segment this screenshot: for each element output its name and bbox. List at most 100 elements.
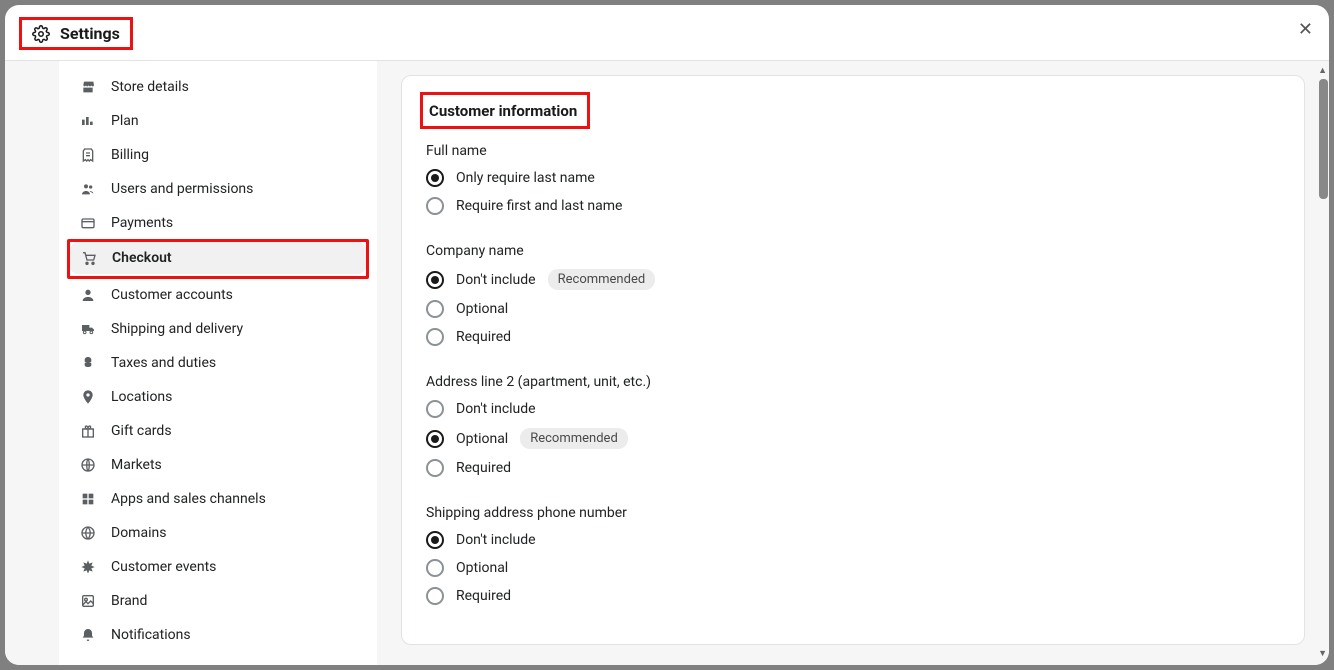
- sidebar-item-apps-and-sales-channels[interactable]: Apps and sales channels: [69, 483, 367, 515]
- payments-icon: [79, 215, 97, 231]
- page-title: Settings: [60, 24, 120, 43]
- card-title: Customer information: [429, 102, 577, 120]
- cart-icon: [80, 250, 98, 266]
- radio-label: Required: [456, 460, 511, 476]
- radio-option[interactable]: Optional: [426, 300, 1280, 318]
- pin-icon: [79, 389, 97, 405]
- sidebar-item-label: Brand: [111, 593, 147, 609]
- radio-label: Optional: [456, 560, 508, 576]
- settings-dialog: Settings ✕ Store details Plan Billing Users…: [5, 5, 1329, 665]
- sidebar-item-label: Markets: [111, 457, 162, 473]
- sidebar-item-label: Shipping and delivery: [111, 321, 243, 337]
- radio-label: Only require last name: [456, 170, 595, 186]
- scrollbar-thumb[interactable]: [1319, 79, 1328, 199]
- sidebar-item-shipping-and-delivery[interactable]: Shipping and delivery: [69, 313, 367, 345]
- plan-icon: [79, 113, 97, 129]
- sidebar-item-billing[interactable]: Billing: [69, 139, 367, 171]
- radio-icon[interactable]: [426, 430, 444, 448]
- radio-label: Require first and last name: [456, 198, 622, 214]
- close-icon[interactable]: ✕: [1298, 19, 1313, 40]
- radio-icon[interactable]: [426, 197, 444, 215]
- group-label: Full name: [426, 143, 1280, 159]
- sidebar-item-plan[interactable]: Plan: [69, 105, 367, 137]
- header-highlight-box: Settings: [19, 17, 133, 50]
- sidebar-item-users-and-permissions[interactable]: Users and permissions: [69, 173, 367, 205]
- radio-icon[interactable]: [426, 400, 444, 418]
- settings-sidebar: Store details Plan Billing Users and permis…: [59, 61, 377, 665]
- radio-icon[interactable]: [426, 328, 444, 346]
- sidebar-item-payments[interactable]: Payments: [69, 207, 367, 239]
- sidebar-highlight-box: Checkout: [67, 239, 369, 279]
- radio-label: Required: [456, 588, 511, 604]
- gear-icon: [32, 25, 50, 43]
- sidebar-item-notifications[interactable]: Notifications: [69, 619, 367, 651]
- radio-label: Don't include: [456, 532, 536, 548]
- radio-icon[interactable]: [426, 587, 444, 605]
- group-label: Address line 2 (apartment, unit, etc.): [426, 374, 1280, 390]
- radio-label: Optional: [456, 431, 508, 447]
- radio-icon[interactable]: [426, 559, 444, 577]
- scroll-arrow-down-icon[interactable]: ▼: [1318, 648, 1327, 659]
- person-icon: [79, 287, 97, 303]
- billing-icon: [79, 147, 97, 163]
- recommended-badge: Recommended: [520, 428, 628, 449]
- store-icon: [79, 79, 97, 95]
- sidebar-item-taxes-and-duties[interactable]: Taxes and duties: [69, 347, 367, 379]
- radio-option[interactable]: Required: [426, 328, 1280, 346]
- tax-icon: [79, 355, 97, 371]
- sidebar-item-checkout[interactable]: Checkout: [70, 242, 366, 274]
- sidebar-item-customer-events[interactable]: Customer events: [69, 551, 367, 583]
- bell-icon: [79, 627, 97, 643]
- sidebar-item-label: Gift cards: [111, 423, 172, 439]
- burst-icon: [79, 559, 97, 575]
- sidebar-item-label: Locations: [111, 389, 172, 405]
- radio-option[interactable]: Optional: [426, 559, 1280, 577]
- brand-icon: [79, 593, 97, 609]
- radio-option[interactable]: Required: [426, 459, 1280, 477]
- sidebar-item-locations[interactable]: Locations: [69, 381, 367, 413]
- radio-icon[interactable]: [426, 169, 444, 187]
- sidebar-item-label: Billing: [111, 147, 149, 163]
- sidebar-item-label: Store details: [111, 79, 189, 95]
- radio-label: Required: [456, 329, 511, 345]
- sidebar-item-label: Payments: [111, 215, 173, 231]
- sidebar-item-customer-accounts[interactable]: Customer accounts: [69, 279, 367, 311]
- scroll-arrow-up-icon[interactable]: ▲: [1318, 65, 1327, 76]
- sidebar-item-label: Users and permissions: [111, 181, 253, 197]
- radio-label: Don't include: [456, 272, 536, 288]
- sidebar-item-store-details[interactable]: Store details: [69, 71, 367, 103]
- radio-icon[interactable]: [426, 271, 444, 289]
- radio-icon[interactable]: [426, 459, 444, 477]
- dialog-header: Settings ✕: [5, 5, 1329, 61]
- radio-option[interactable]: Don't include Recommended: [426, 269, 1280, 290]
- sidebar-item-label: Customer events: [111, 559, 216, 575]
- radio-option[interactable]: Require first and last name: [426, 197, 1280, 215]
- globe-icon: [79, 457, 97, 473]
- radio-option[interactable]: Don't include: [426, 531, 1280, 549]
- sidebar-item-label: Taxes and duties: [111, 355, 216, 371]
- radio-option[interactable]: Required: [426, 587, 1280, 605]
- sidebar-item-markets[interactable]: Markets: [69, 449, 367, 481]
- sidebar-item-brand[interactable]: Brand: [69, 585, 367, 617]
- radio-icon[interactable]: [426, 300, 444, 318]
- sidebar-item-label: Domains: [111, 525, 166, 541]
- radio-option[interactable]: Don't include: [426, 400, 1280, 418]
- sidebar-item-label: Checkout: [112, 250, 172, 266]
- sidebar-item-gift-cards[interactable]: Gift cards: [69, 415, 367, 447]
- group-label: Company name: [426, 243, 1280, 259]
- dialog-body: Store details Plan Billing Users and permis…: [5, 61, 1329, 665]
- radio-icon[interactable]: [426, 531, 444, 549]
- sidebar-item-domains[interactable]: Domains: [69, 517, 367, 549]
- recommended-badge: Recommended: [548, 269, 656, 290]
- sidebar-item-label: Notifications: [111, 627, 191, 643]
- apps-icon: [79, 491, 97, 507]
- sidebar-item-label: Apps and sales channels: [111, 491, 266, 507]
- domain-icon: [79, 525, 97, 541]
- radio-option[interactable]: Optional Recommended: [426, 428, 1280, 449]
- gift-icon: [79, 423, 97, 439]
- radio-option[interactable]: Only require last name: [426, 169, 1280, 187]
- group-label: Shipping address phone number: [426, 505, 1280, 521]
- card-title-highlight-box: Customer information: [420, 92, 590, 129]
- radio-label: Optional: [456, 301, 508, 317]
- radio-label: Don't include: [456, 401, 536, 417]
